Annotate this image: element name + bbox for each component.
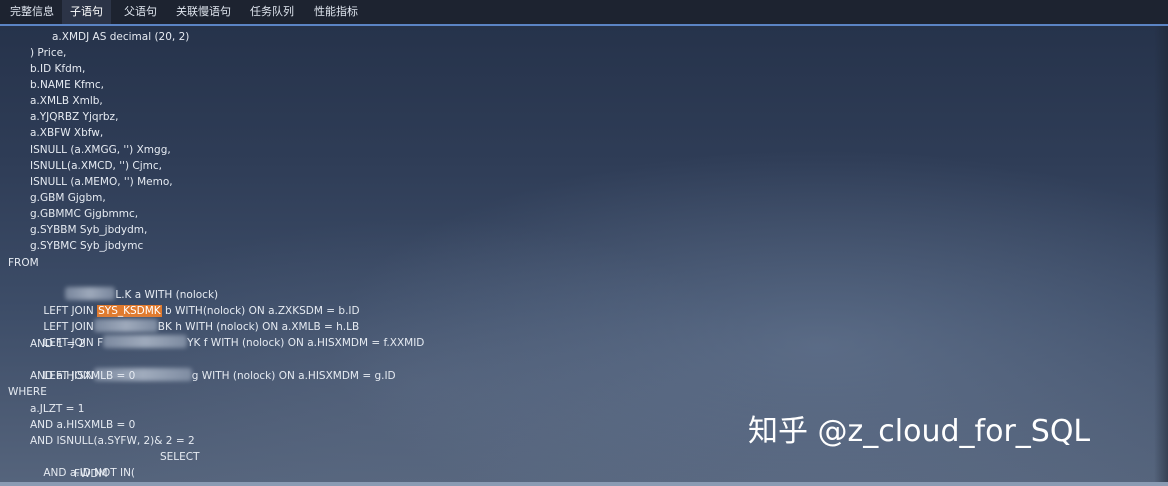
sql-line: AND a.HISXMLB = 0 [30, 419, 136, 431]
sql-line: AND 1 = 2 [30, 338, 86, 350]
vertical-scrollbar[interactable] [1154, 26, 1168, 482]
sql-line: AND a.HISXMLB = 0 [30, 370, 136, 382]
sql-line: AND ISNULL(a.SYFW, 2)& 2 = 2 [30, 435, 195, 447]
sql-line: SELECT [160, 451, 200, 463]
sql-line: ISNULL(a.XMCD, '') Cjmc, [30, 160, 163, 172]
tab-bar: 完整信息 子语句 父语句 关联慢语句 任务队列 性能指标 [0, 0, 1168, 26]
sql-line: ) Price, [30, 47, 67, 59]
sql-segment: YK f WITH (nolock) ON a.HISXMDM = f.XXMI… [187, 337, 425, 349]
sql-line: b.ID Kfdm, [30, 63, 86, 75]
sql-line: ISNULL (a.XMGG, '') Xmgg, [30, 144, 171, 156]
sql-segment: g WITH (nolock) ON a.HISXMDM = g.ID [191, 370, 396, 382]
sql-keyword-from: FROM [8, 257, 39, 269]
sql-line: a.XMLB Xmlb, [30, 95, 103, 107]
sql-line: LEFT JOIN BK h WITH (nolock) ON a.XMLB = … [30, 303, 359, 333]
tab-related-slow-statements[interactable]: 关联慢语句 [168, 0, 239, 24]
sql-line: g.SYBMC Syb_jbdymc [30, 240, 144, 252]
sql-line: a.JLZT = 1 [30, 403, 85, 415]
sql-line: LEFT JOIN g WITH (nolock) ON a.HISXMDM = … [30, 352, 396, 382]
horizontal-scrollbar[interactable] [0, 482, 1168, 486]
tab-performance-metrics[interactable]: 性能指标 [306, 0, 366, 24]
sql-line: g.GBMMC Gjgbmmc, [30, 208, 139, 220]
sql-line: LEFT JOIN F YK f WITH (nolock) ON a.HISXM… [30, 319, 424, 349]
tab-parent-statement[interactable]: 父语句 [116, 0, 165, 24]
sql-line: a.XBFW Xbfw, [30, 127, 104, 139]
sql-line: ISNULL (a.MEMO, '') Memo, [30, 176, 173, 188]
watermark: 知乎 @z_cloud_for_SQL [748, 414, 1091, 449]
tab-full-info[interactable]: 完整信息 [2, 0, 62, 24]
sql-line: g.GBM Gjgbm, [30, 192, 106, 204]
sql-line: b.NAME Kfmc, [30, 79, 104, 91]
sql-keyword-where: WHERE [8, 386, 47, 398]
sql-line: L.K a WITH (nolock) [52, 271, 218, 301]
sql-line: a.XMDJ AS decimal (20, 2) [52, 31, 190, 43]
tab-child-statement[interactable]: 子语句 [62, 0, 111, 24]
sql-line: a.YJQRBZ Yjqrbz, [30, 111, 119, 123]
sql-line: AND a.ID NOT IN( [30, 449, 135, 479]
tab-task-queue[interactable]: 任务队列 [242, 0, 302, 24]
sql-line: LEFT JOIN SYS_KSDMK b WITH(nolock) ON a.… [30, 287, 360, 317]
sql-line: FWDM [74, 468, 108, 480]
sql-line: g.SYBBM Syb_jbdydm, [30, 224, 148, 236]
redacted-table-name [103, 335, 188, 348]
